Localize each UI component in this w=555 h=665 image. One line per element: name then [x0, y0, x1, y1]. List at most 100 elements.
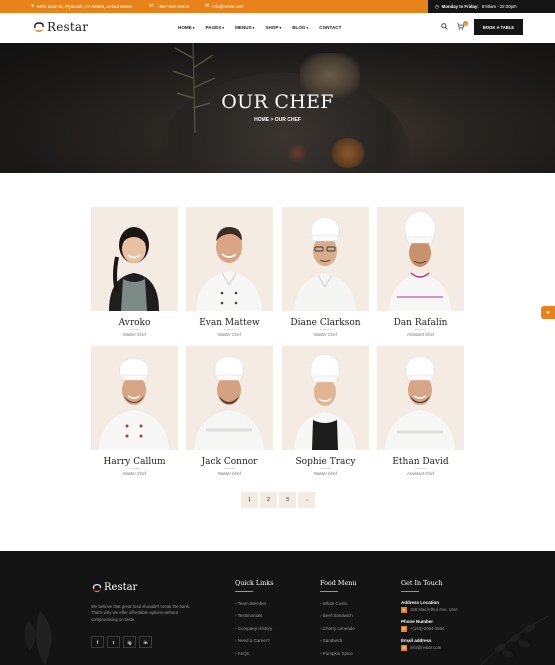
page-3-button[interactable]: 3: [279, 492, 296, 508]
logo-mark-icon: [92, 583, 102, 592]
footer-link-label: Beef Sandwich: [322, 613, 353, 619]
page-2-button[interactable]: 2: [260, 492, 277, 508]
footer-link[interactable]: › Company History: [235, 626, 273, 639]
nav-blog-label: BLOG: [292, 25, 306, 30]
chef-photo: [186, 346, 273, 450]
chef-role: Master Chef: [123, 471, 146, 476]
cart-button[interactable]: 0: [457, 21, 468, 32]
footer-link-label: Need a Career?: [237, 638, 270, 644]
contact-column: Get In Touch Address Location ● 158 MacA…: [401, 579, 458, 657]
phone-text[interactable]: +987-629-18415: [157, 4, 189, 9]
chef-photo: [282, 346, 369, 450]
nav-shop[interactable]: SHOP▾: [265, 25, 281, 30]
quick-links-column: Quick Links › Team Member › Testimonials…: [235, 579, 273, 663]
footer-link[interactable]: › Cherry Limeade: [320, 626, 356, 639]
footer-link[interactable]: › Sandwich: [320, 638, 356, 651]
footer-link-label: White Coslo: [322, 600, 348, 606]
settings-toggle-button[interactable]: ●: [541, 306, 555, 319]
chef-card[interactable]: Evan Mattew Master Chef: [186, 207, 273, 337]
chef-card[interactable]: Sophie Tracy Master Chef: [282, 346, 369, 476]
footer-logo-text: Restar: [104, 582, 138, 593]
chef-name: Avroko: [118, 318, 151, 328]
instagram-icon[interactable]: ig: [123, 636, 136, 648]
next-page-button[interactable]: →: [298, 492, 315, 508]
footer-link[interactable]: › Need a Career?: [235, 638, 273, 651]
breadcrumb: HOME > OUR CHEF: [0, 117, 555, 123]
title-underline: [235, 591, 253, 592]
address-row: ● 158 MacArthur Ave, USA: [401, 606, 458, 613]
nav-menus[interactable]: MENUS▾: [235, 25, 254, 30]
search-icon[interactable]: [441, 23, 448, 30]
nav-menus-label: MENUS: [235, 25, 252, 30]
chef-card[interactable]: Dan Rafalin Assistant Chef: [377, 207, 464, 337]
breadcrumb-home[interactable]: HOME: [254, 117, 269, 123]
footer-link-label: Team Member: [237, 600, 267, 606]
chef-role: Master Chef: [314, 471, 337, 476]
chef-photo: [91, 207, 178, 311]
email-text[interactable]: info@restar.com: [212, 4, 243, 9]
pagination: 1 2 3 →: [241, 492, 315, 508]
email-info[interactable]: ✉ info@restar.com: [205, 3, 244, 10]
phone-info[interactable]: ☏ +987-629-18415: [148, 3, 189, 10]
phone-row[interactable]: ☏ +(163)-2654-3564: [401, 625, 458, 632]
nav-pages[interactable]: PAGES▾: [206, 25, 225, 30]
chef-photo: [377, 346, 464, 450]
phone-icon: ☏: [148, 3, 155, 9]
chef-card[interactable]: Avroko Master Chef: [91, 207, 178, 337]
divider: [415, 468, 426, 469]
footer-link[interactable]: › FAQs: [235, 651, 273, 664]
chef-card[interactable]: Diane Clarkson Master Chef: [282, 207, 369, 337]
title-underline: [320, 591, 338, 592]
chef-photo: [186, 207, 273, 311]
chef-card[interactable]: Harry Callum Master Chef: [91, 346, 178, 476]
book-table-button[interactable]: BOOK A TABLE: [474, 19, 523, 35]
facebook-icon[interactable]: f: [91, 636, 104, 648]
email-row[interactable]: ✉ info@restar.com: [401, 644, 458, 651]
site-footer: Restar We believe that great food should…: [0, 551, 555, 665]
footer-link[interactable]: › Beef Sandwich: [320, 613, 356, 626]
decorative-leaf-icon: [24, 611, 52, 665]
chef-role: Assistant Chef: [407, 332, 434, 337]
linkedin-icon[interactable]: in: [139, 636, 152, 648]
logo-text: Restar: [47, 20, 89, 34]
chef-name: Jack Connor: [201, 457, 258, 467]
nav-contact[interactable]: CONTACT: [319, 25, 341, 30]
chef-photo: [377, 207, 464, 311]
footer-link[interactable]: › Pumpkin Spice: [320, 651, 356, 664]
divider: [415, 329, 426, 330]
phone-value[interactable]: +(163)-2654-3564: [410, 626, 445, 631]
chef-card[interactable]: Ethan David Assistant Chef: [377, 346, 464, 476]
location-icon: ●: [31, 3, 35, 9]
breadcrumb-current: OUR CHEF: [274, 117, 301, 123]
divider: [320, 329, 331, 330]
chevron-down-icon: ▾: [306, 26, 309, 30]
chef-name: Dan Rafalin: [393, 318, 448, 328]
logo-mark-icon: [34, 22, 44, 32]
nav-blog[interactable]: BLOG▾: [292, 25, 308, 30]
site-logo[interactable]: Restar: [32, 20, 88, 34]
footer-link[interactable]: › Team Member: [235, 601, 273, 614]
twitter-icon[interactable]: t: [107, 636, 120, 648]
footer-link[interactable]: › Testimonials: [235, 613, 273, 626]
get-in-touch-title: Get In Touch: [401, 579, 443, 587]
mail-icon: ✉: [205, 3, 210, 9]
chef-card[interactable]: Jack Connor Master Chef: [186, 346, 273, 476]
food-menu-title: Food Menu: [320, 579, 357, 587]
email-value[interactable]: info@restar.com: [410, 645, 441, 650]
quick-links-title: Quick Links: [235, 579, 274, 587]
chef-photo: [282, 207, 369, 311]
footer-link[interactable]: › White Coslo: [320, 601, 356, 614]
social-links: f t ig in: [91, 636, 152, 648]
footer-logo[interactable]: Restar: [91, 582, 137, 593]
chevron-down-icon: ▾: [252, 26, 255, 30]
hours-label: Monday to Friday:: [441, 4, 479, 9]
page-1-button[interactable]: 1: [241, 492, 258, 508]
divider: [320, 468, 331, 469]
chat-icon: ●: [546, 309, 550, 316]
email-label: Email address: [401, 637, 432, 643]
nav-home[interactable]: HOME▾: [178, 25, 195, 30]
food-menu-column: Food Menu › White Coslo › Beef Sandwich …: [320, 579, 356, 663]
hours-value: 9:00am - 22:00pm: [481, 4, 517, 9]
chef-role: Master Chef: [314, 332, 337, 337]
footer-link-label: Testimonials: [237, 613, 263, 619]
